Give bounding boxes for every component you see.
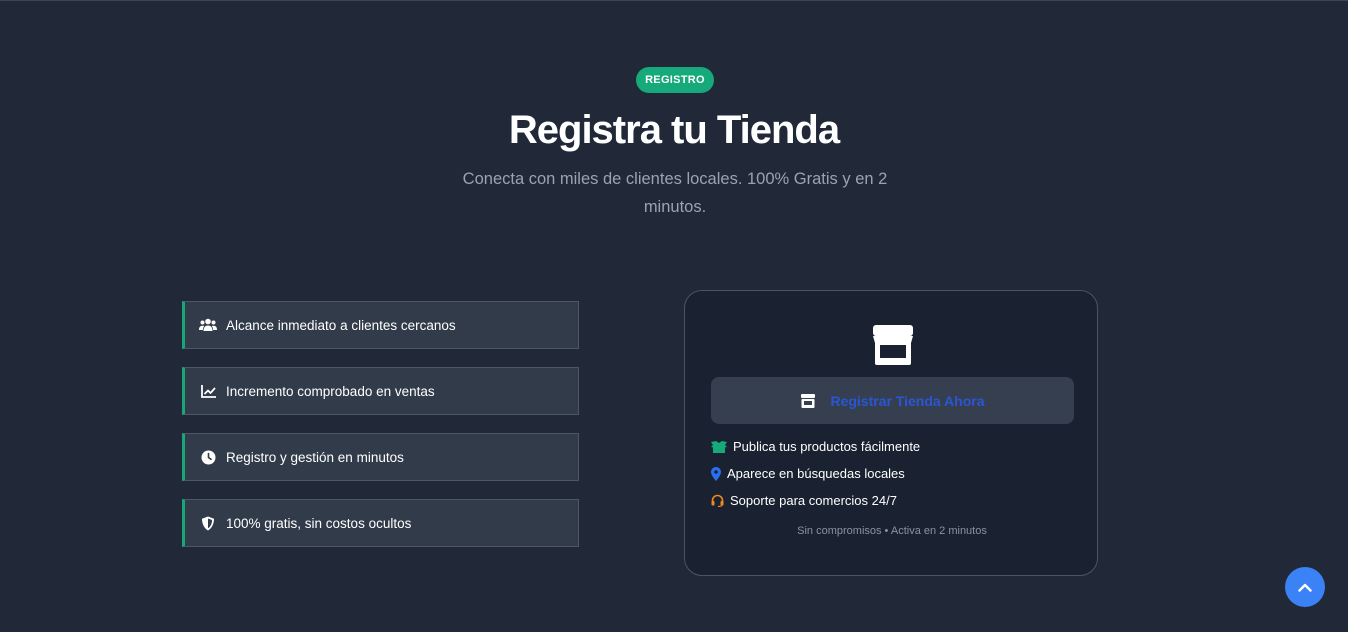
shield-icon (199, 514, 217, 532)
benefit-label: Aparece en búsquedas locales (727, 466, 905, 481)
feature-item-free: 100% gratis, sin costos ocultos (182, 499, 579, 547)
benefit-label: Publica tus productos fácilmente (733, 439, 921, 454)
card-footnote: Sin compromisos • Activa en 2 minutos (797, 525, 987, 537)
headset-icon (711, 494, 724, 508)
register-card: Registrar Tienda Ahora Publica tus produ… (684, 290, 1098, 576)
benefit-label: Soporte para comercios 24/7 (730, 493, 897, 508)
map-marker-icon (711, 466, 721, 481)
register-store-button[interactable]: Registrar Tienda Ahora (711, 377, 1074, 424)
users-icon (199, 316, 217, 334)
box-open-icon (711, 440, 727, 454)
feature-item-reach: Alcance inmediato a clientes cercanos (182, 301, 579, 349)
top-divider (0, 0, 1348, 1)
chart-line-icon (199, 382, 217, 400)
feature-label: 100% gratis, sin costos ocultos (226, 515, 412, 531)
clock-icon (199, 448, 217, 466)
chevron-up-icon (1298, 583, 1312, 592)
benefit-item-products: Publica tus productos fácilmente (711, 439, 920, 454)
register-store-button-label: Registrar Tienda Ahora (830, 392, 985, 409)
section-badge: REGISTRO (636, 67, 714, 93)
feature-item-sales: Incremento comprobado en ventas (182, 367, 579, 415)
benefit-item-support: Soporte para comercios 24/7 (711, 493, 897, 508)
page-subtitle: Conecta con miles de clientes locales. 1… (462, 170, 888, 216)
feature-label: Alcance inmediato a clientes cercanos (226, 317, 456, 333)
feature-label: Incremento comprobado en ventas (226, 383, 435, 399)
feature-item-time: Registro y gestión en minutos (182, 433, 579, 481)
store-icon (871, 325, 915, 365)
feature-label: Registro y gestión en minutos (226, 449, 404, 465)
scroll-to-top-button[interactable] (1285, 567, 1325, 607)
store-icon (800, 393, 818, 409)
page-title: Registra tu Tienda (508, 108, 840, 152)
benefit-item-search: Aparece en búsquedas locales (711, 466, 905, 481)
